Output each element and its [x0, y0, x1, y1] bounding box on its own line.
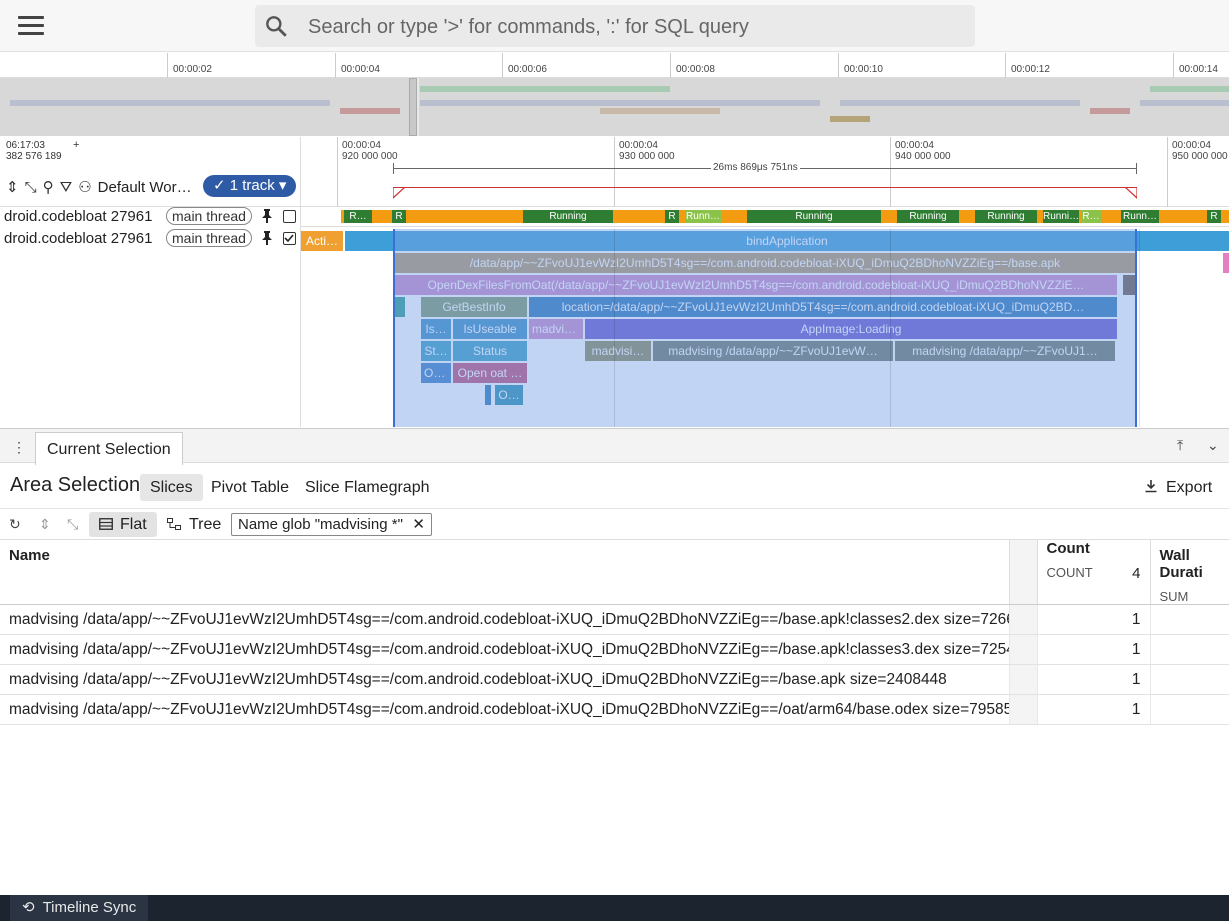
count-total: 4 [1132, 565, 1141, 582]
unpin-icon[interactable]: ⚲ [43, 178, 54, 196]
flat-view-button[interactable]: Flat [89, 512, 157, 537]
overview-tick: 00:00:12 [1005, 53, 1050, 78]
track-name: droid.codebloat 27961 [4, 208, 153, 225]
time-tick: 00:00:04 950 000 000 [1167, 137, 1228, 207]
thread-state[interactable]: Runni… [1043, 210, 1079, 223]
timeline-header-left: 06:17:03 382 576 189 + ⇕ ⤡ ⚲ ⛛ ⚇ Default… [0, 137, 301, 207]
column-header-count[interactable]: Count COUNT 4 [1037, 540, 1151, 605]
table-row[interactable]: madvising /data/app/~~ZFvoUJ1evWzI2UmhD5… [0, 664, 1229, 695]
overview-timeline[interactable] [0, 78, 1229, 136]
search-input[interactable]: Search or type '>' for commands, ':' for… [308, 16, 749, 39]
track-content[interactable]: R… R Running R Runn… Running Running Run… [301, 207, 1229, 427]
thread-state[interactable]: Runn… [1121, 210, 1159, 223]
slices-table: Name Count COUNT 4 Wall Durati SUM madvisin… [0, 540, 1229, 725]
track-checkbox-checked[interactable] [283, 232, 296, 245]
export-button[interactable]: Export [1144, 474, 1212, 501]
workspace-selector[interactable]: Default Wor… [98, 179, 192, 196]
workspace-icon[interactable]: ⚇ [78, 178, 91, 196]
area-selection-marker[interactable] [393, 187, 1137, 199]
overview-tick: 00:00:04 [335, 53, 380, 78]
expand-icon[interactable]: ⇕ [39, 516, 51, 533]
menu-icon[interactable] [18, 16, 44, 36]
expand-all-icon[interactable]: ⇕ [6, 178, 19, 196]
overview-tick: 00:00:02 [167, 53, 212, 78]
slice[interactable] [1223, 253, 1229, 273]
search-icon [266, 16, 287, 37]
column-header-name[interactable]: Name [0, 540, 1010, 605]
column-header-wall-duration[interactable]: Wall Durati SUM [1150, 540, 1229, 605]
thread-state[interactable]: Running [523, 210, 613, 223]
table-icon [99, 518, 113, 530]
thread-state-track[interactable]: R… R Running R Runn… Running Running Run… [301, 207, 1229, 227]
more-vert-icon[interactable]: ⋮ [12, 439, 26, 456]
overview-axis: 00:00:02 00:00:04 00:00:06 00:00:08 00:0… [0, 53, 1229, 78]
sync-icon: ⟲ [22, 899, 35, 916]
panel-title: Area Selection [10, 474, 141, 496]
selection-duration: 26ms 869μs 751ns [711, 162, 800, 173]
table-row[interactable]: madvising /data/app/~~ZFvoUJ1evWzI2UmhD5… [0, 634, 1229, 665]
offset-plus: + [73, 139, 80, 151]
thread-state[interactable]: Running [975, 210, 1037, 223]
time-tick: 00:00:04 920 000 000 [337, 137, 398, 207]
filter-chip-label: Name glob "madvising *" [238, 516, 403, 533]
chevron-down-icon[interactable]: ⌄ [1207, 437, 1219, 454]
pin-icon[interactable] [261, 209, 273, 223]
filter-icon[interactable]: ⛛ [60, 179, 73, 196]
track-chip: main thread [166, 207, 252, 225]
table-row[interactable]: madvising /data/app/~~ZFvoUJ1evWzI2UmhD5… [0, 694, 1229, 725]
overview-tick: 00:00:10 [838, 53, 883, 78]
tab-current-selection[interactable]: Current Selection [35, 432, 183, 465]
overview-tick: 00:00:06 [502, 53, 547, 78]
thread-state[interactable]: R… [344, 210, 372, 223]
track-filter-chip[interactable]: ✓ 1 track ▾ [203, 175, 297, 197]
tab-slice-flamegraph[interactable]: Slice Flamegraph [295, 474, 440, 501]
thread-state[interactable]: R… [1081, 210, 1101, 223]
close-icon[interactable]: ✕ [412, 514, 425, 535]
status-bar: ⟲ Timeline Sync [0, 895, 1229, 921]
time-axis: 00:00:04 920 000 000 00:00:04 930 000 00… [301, 137, 1229, 207]
filter-chip[interactable]: Name glob "madvising *" ✕ [231, 513, 432, 536]
timeline-sync-button[interactable]: ⟲ Timeline Sync [10, 895, 149, 921]
trace-offset-time: 06:17:03 382 576 189 [6, 140, 62, 162]
overview-tick: 00:00:14 [1173, 53, 1218, 78]
overview-handle-left[interactable] [409, 78, 417, 136]
track-chip: main thread [166, 229, 252, 247]
track-shell[interactable]: droid.codebloat 27961 main thread [0, 229, 301, 251]
details-panel-tabs: ⋮ Current Selection ⤒ ⌄ [0, 428, 1229, 465]
track-shells: droid.codebloat 27961 main thread droid.… [0, 207, 301, 427]
refresh-icon[interactable]: ↻ [9, 516, 21, 533]
thread-state[interactable]: R [1207, 210, 1221, 223]
track-name: droid.codebloat 27961 [4, 230, 153, 247]
omnibox[interactable]: Search or type '>' for commands, ':' for… [255, 5, 975, 47]
maximize-panel-icon[interactable]: ⤒ [1177, 437, 1183, 454]
top-bar: Search or type '>' for commands, ':' for… [0, 0, 1229, 52]
collapse-all-icon[interactable]: ⤡ [25, 179, 37, 196]
collapse-icon[interactable]: ⤡ [67, 516, 78, 533]
tab-pivot-table[interactable]: Pivot Table [201, 474, 299, 501]
track-checkbox[interactable] [283, 210, 296, 223]
table-toolbar: ↻ ⇕ ⤡ Flat Tree Name glob "madvising *" … [0, 508, 1229, 540]
thread-state[interactable]: R [665, 210, 679, 223]
download-icon [1145, 480, 1157, 493]
area-selection-overlay[interactable] [393, 229, 1137, 427]
thread-state[interactable]: Running [747, 210, 881, 223]
tab-slices[interactable]: Slices [140, 474, 203, 501]
track-shell[interactable]: droid.codebloat 27961 main thread [0, 207, 301, 229]
table-row[interactable]: madvising /data/app/~~ZFvoUJ1evWzI2UmhD5… [0, 604, 1229, 635]
slice[interactable]: Acti… [301, 231, 343, 251]
thread-state[interactable]: R [392, 210, 406, 223]
tree-view-button[interactable]: Tree [167, 512, 221, 537]
thread-state[interactable]: Runn… [685, 210, 721, 223]
pin-icon[interactable] [261, 231, 273, 245]
thread-state[interactable]: Running [897, 210, 959, 223]
tree-icon [167, 518, 181, 530]
overview-tick: 00:00:08 [670, 53, 715, 78]
